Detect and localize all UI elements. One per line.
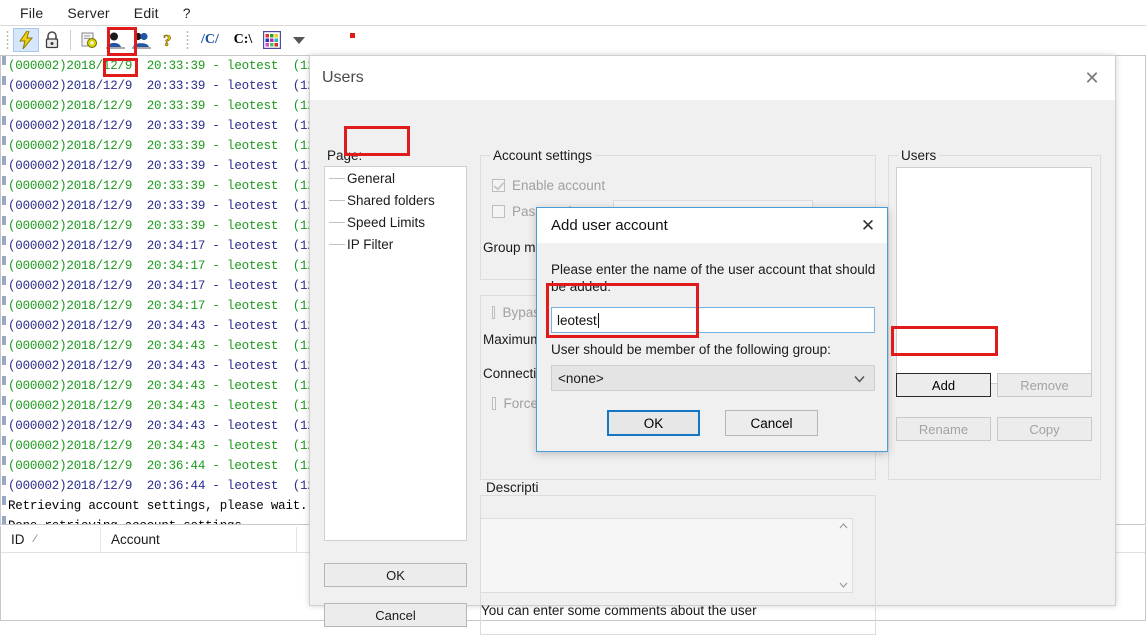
unix-path-label: /C/ bbox=[201, 32, 219, 47]
description-label: Descripti bbox=[483, 480, 547, 495]
menu-edit[interactable]: Edit bbox=[122, 3, 171, 23]
page-shared-folders[interactable]: ── Shared folders bbox=[325, 189, 466, 211]
menu-server[interactable]: Server bbox=[55, 3, 121, 23]
modal-cancel-button[interactable]: Cancel bbox=[725, 410, 818, 436]
group-select[interactable]: <none> bbox=[551, 365, 875, 391]
toolbar-separator bbox=[70, 30, 71, 50]
group-select-value: <none> bbox=[558, 370, 604, 386]
settings-gear-icon[interactable] bbox=[76, 28, 102, 52]
close-icon[interactable]: ✕ bbox=[1069, 56, 1115, 100]
users-cancel-button[interactable]: Cancel bbox=[324, 603, 467, 627]
bypass-checkbox[interactable] bbox=[492, 306, 496, 319]
users-dialog-title: Users bbox=[322, 69, 364, 86]
page-tree[interactable]: ── General ── Shared folders ── Speed Li… bbox=[324, 166, 467, 541]
force-row[interactable]: Force bbox=[492, 396, 538, 411]
connection-label: Connecti bbox=[483, 366, 537, 381]
help-question-icon[interactable]: ? bbox=[154, 28, 180, 52]
maximum-label: Maximum bbox=[483, 332, 538, 347]
text-caret bbox=[597, 312, 599, 328]
main-window: File Server Edit ? ? /C/ C:\ (000002)201… bbox=[0, 0, 1146, 635]
enable-account-checkbox[interactable] bbox=[492, 179, 505, 192]
description-hint: You can enter some comments about the us… bbox=[481, 603, 757, 618]
add-user-button[interactable]: Add bbox=[896, 373, 991, 397]
add-user-titlebar: Add user account ✕ bbox=[537, 208, 887, 243]
password-checkbox[interactable] bbox=[492, 205, 505, 218]
unix-path-button[interactable]: /C/ bbox=[193, 28, 227, 52]
force-label: Force bbox=[503, 396, 538, 411]
tree-branch-icon: ── bbox=[329, 193, 345, 207]
page-tree-label: Page: bbox=[324, 148, 366, 163]
rename-user-button[interactable]: Rename bbox=[896, 417, 991, 441]
users-dialog-titlebar: Users ✕ bbox=[310, 56, 1115, 100]
close-icon[interactable]: ✕ bbox=[849, 209, 887, 243]
windows-path-label: C:\ bbox=[233, 32, 253, 47]
page-general-label: General bbox=[347, 170, 396, 186]
chevron-down-icon[interactable] bbox=[285, 28, 313, 52]
page-speed-limits[interactable]: ── Speed Limits bbox=[325, 211, 466, 233]
remove-user-button[interactable]: Remove bbox=[997, 373, 1092, 397]
toolbar-grip-2[interactable] bbox=[186, 30, 189, 50]
users-icon[interactable] bbox=[102, 28, 128, 52]
tree-branch-icon: ── bbox=[329, 237, 345, 251]
add-user-title: Add user account bbox=[551, 217, 668, 234]
user-name-input[interactable]: leotest bbox=[551, 307, 875, 333]
log-left-margin bbox=[2, 56, 6, 524]
enable-account-label: Enable account bbox=[512, 178, 606, 193]
menu-help[interactable]: ? bbox=[171, 3, 203, 23]
description-textarea[interactable] bbox=[480, 518, 853, 593]
group-membership-prompt: User should be member of the following g… bbox=[551, 342, 831, 357]
sort-indicator-icon: ∕ bbox=[34, 533, 37, 545]
column-account-label: Account bbox=[111, 531, 160, 547]
chevron-down-icon bbox=[854, 375, 865, 383]
color-grid-icon[interactable] bbox=[259, 28, 285, 52]
add-user-account-dialog[interactable]: Add user account ✕ Please enter the name… bbox=[536, 207, 888, 452]
tree-branch-icon: ── bbox=[329, 215, 345, 229]
groups-icon[interactable] bbox=[128, 28, 154, 52]
toolbar: ? /C/ C:\ bbox=[0, 26, 1146, 54]
force-checkbox[interactable] bbox=[492, 397, 497, 410]
page-shared-folders-label: Shared folders bbox=[347, 192, 435, 208]
account-settings-title: Account settings bbox=[490, 148, 596, 163]
connect-lightning-icon[interactable] bbox=[13, 28, 39, 52]
users-ok-button[interactable]: OK bbox=[324, 563, 467, 587]
column-id-label: ID bbox=[11, 531, 25, 547]
page-ip-filter-label: IP Filter bbox=[347, 236, 394, 252]
tree-branch-icon: ── bbox=[329, 171, 345, 185]
page-general[interactable]: ── General bbox=[325, 167, 466, 189]
add-user-prompt: Please enter the name of the user accoun… bbox=[551, 262, 876, 294]
menu-bar: File Server Edit ? bbox=[0, 0, 1146, 25]
toolbar-grip[interactable] bbox=[6, 30, 9, 50]
svg-text:?: ? bbox=[163, 31, 172, 49]
lock-icon[interactable] bbox=[39, 28, 65, 52]
user-name-value: leotest bbox=[557, 312, 597, 328]
copy-user-button[interactable]: Copy bbox=[997, 417, 1092, 441]
bypass-label: Bypas bbox=[502, 305, 540, 320]
page-speed-limits-label: Speed Limits bbox=[347, 214, 426, 230]
users-listbox[interactable] bbox=[896, 167, 1092, 384]
column-account[interactable]: Account bbox=[101, 526, 297, 552]
page-ip-filter[interactable]: ── IP Filter bbox=[325, 233, 466, 255]
scroll-up-icon[interactable] bbox=[839, 523, 848, 529]
windows-path-button[interactable]: C:\ bbox=[227, 28, 259, 52]
bypass-row[interactable]: Bypas bbox=[492, 305, 540, 320]
column-id[interactable]: ID ∕ bbox=[1, 526, 101, 552]
menu-file[interactable]: File bbox=[8, 3, 55, 23]
enable-account-row[interactable]: Enable account bbox=[492, 178, 605, 193]
users-panel-title: Users bbox=[898, 148, 940, 163]
scroll-down-icon[interactable] bbox=[839, 582, 848, 588]
status-indicator-dot bbox=[350, 33, 355, 38]
modal-ok-button[interactable]: OK bbox=[607, 410, 700, 436]
